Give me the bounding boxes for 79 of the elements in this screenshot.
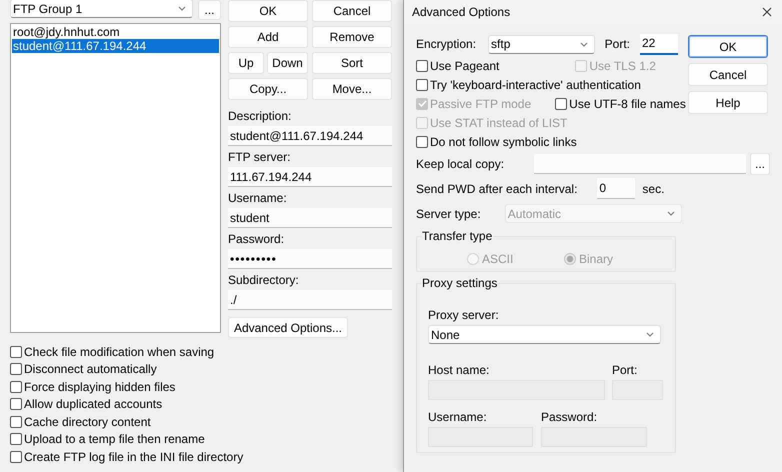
field-label: Proxy server: xyxy=(428,307,500,324)
dropdown[interactable]: FTP Group 1 xyxy=(10,0,193,18)
caret-icon xyxy=(646,332,654,337)
browse-button[interactable]: ... xyxy=(750,153,770,175)
radio-label: ASCII xyxy=(482,251,514,268)
text-field[interactable]: 111.67.194.244 xyxy=(228,167,392,187)
caret-icon xyxy=(178,6,186,11)
field-label: Port: xyxy=(604,36,630,53)
checkbox[interactable] xyxy=(10,346,22,358)
checkbox-label: Do not follow symbolic links xyxy=(430,134,577,150)
text-field[interactable]: student xyxy=(228,208,392,228)
checkbox-label: Use Pageant xyxy=(430,58,500,74)
checkbox[interactable] xyxy=(416,136,428,148)
checkbox-label: Passive FTP mode xyxy=(430,96,532,112)
checkbox-label: Use STAT instead of LIST xyxy=(430,114,568,132)
field-label: Encryption: xyxy=(416,36,476,53)
text-field[interactable]: student@111.67.194.244 xyxy=(228,126,392,146)
text-field[interactable] xyxy=(534,154,746,174)
field-label: Subdirectory: xyxy=(228,272,300,289)
unit-label: sec. xyxy=(642,180,664,198)
dropdown[interactable]: None xyxy=(428,325,661,344)
caret-icon xyxy=(666,211,675,216)
checkbox-label: Check file modification when saving xyxy=(24,344,214,361)
dialog-button[interactable]: Down xyxy=(267,52,308,74)
dialog-button[interactable]: OK xyxy=(228,0,308,22)
dialog-button[interactable]: Move... xyxy=(312,78,392,100)
checkbox[interactable] xyxy=(416,60,428,72)
more-button[interactable]: ... xyxy=(198,0,221,20)
field-label: Password: xyxy=(228,231,286,248)
caret-icon xyxy=(580,42,588,46)
field-label: Password: xyxy=(541,409,598,426)
checkbox[interactable] xyxy=(10,398,22,410)
field-label: Username: xyxy=(228,190,288,207)
field-label: Port: xyxy=(612,362,638,379)
dialog-button[interactable]: Help xyxy=(688,91,768,114)
checkbox-label: Force displaying hidden files xyxy=(24,378,176,396)
dialog-button[interactable]: Cancel xyxy=(688,63,768,86)
checkbox[interactable] xyxy=(10,450,22,463)
window-title: Advanced Options xyxy=(412,4,510,21)
checkbox[interactable] xyxy=(416,78,428,90)
checkbox-label: Upload to a temp file then rename xyxy=(24,431,205,448)
dialog-button[interactable]: Up xyxy=(228,52,264,74)
group-title: Proxy settings xyxy=(421,276,498,290)
field-label: Description: xyxy=(228,108,292,125)
checkbox-label: Use UTF-8 file names xyxy=(569,96,686,112)
checkbox-label: Cache directory content xyxy=(24,414,151,431)
checkbox-label: Use TLS 1.2 xyxy=(589,58,656,74)
checkbox[interactable] xyxy=(10,363,22,376)
dialog-button[interactable]: Cancel xyxy=(312,0,392,22)
list-item[interactable]: student@111.67.194.244 xyxy=(12,39,219,53)
text-field[interactable]: 0 xyxy=(597,178,636,199)
dialog-button[interactable]: Remove xyxy=(312,26,392,48)
field-label: Username: xyxy=(428,409,488,426)
dialog-button[interactable]: Copy... xyxy=(228,78,308,100)
checkbox[interactable] xyxy=(10,433,22,446)
field-label: Keep local copy: xyxy=(416,156,504,173)
checkbox[interactable] xyxy=(555,98,568,110)
advanced-options-button[interactable]: Advanced Options... xyxy=(228,317,348,338)
port-field[interactable]: 22 xyxy=(640,34,678,54)
dropdown[interactable]: sftp xyxy=(488,34,595,54)
text-field[interactable]: ./ xyxy=(228,290,392,310)
dialog-button[interactable]: Add xyxy=(228,26,308,48)
group-title: Transfer type xyxy=(421,229,494,243)
radio-label: Binary xyxy=(579,251,614,268)
checkbox-label: Try 'keyboard-interactive' authentication xyxy=(430,76,641,94)
checkbox-label: Disconnect automatically xyxy=(24,361,157,378)
checkbox[interactable] xyxy=(10,416,22,428)
field-label: FTP server: xyxy=(228,149,292,166)
dialog-button[interactable]: Sort xyxy=(312,52,392,74)
field-label: Send PWD after each interval: xyxy=(416,180,578,198)
checkbox-label: Allow duplicated accounts xyxy=(24,396,162,414)
field-label: Host name: xyxy=(428,362,490,379)
dialog-button[interactable]: OK xyxy=(688,35,768,58)
list-item[interactable]: root@jdy.hnhut.com xyxy=(12,25,219,39)
checkbox[interactable] xyxy=(10,380,22,393)
field-label: Server type: xyxy=(416,206,481,222)
password-field[interactable]: ••••••••• xyxy=(228,249,392,269)
close-icon[interactable] xyxy=(762,7,772,17)
checkbox-label: Create FTP log file in the INI file directory xyxy=(24,448,244,466)
